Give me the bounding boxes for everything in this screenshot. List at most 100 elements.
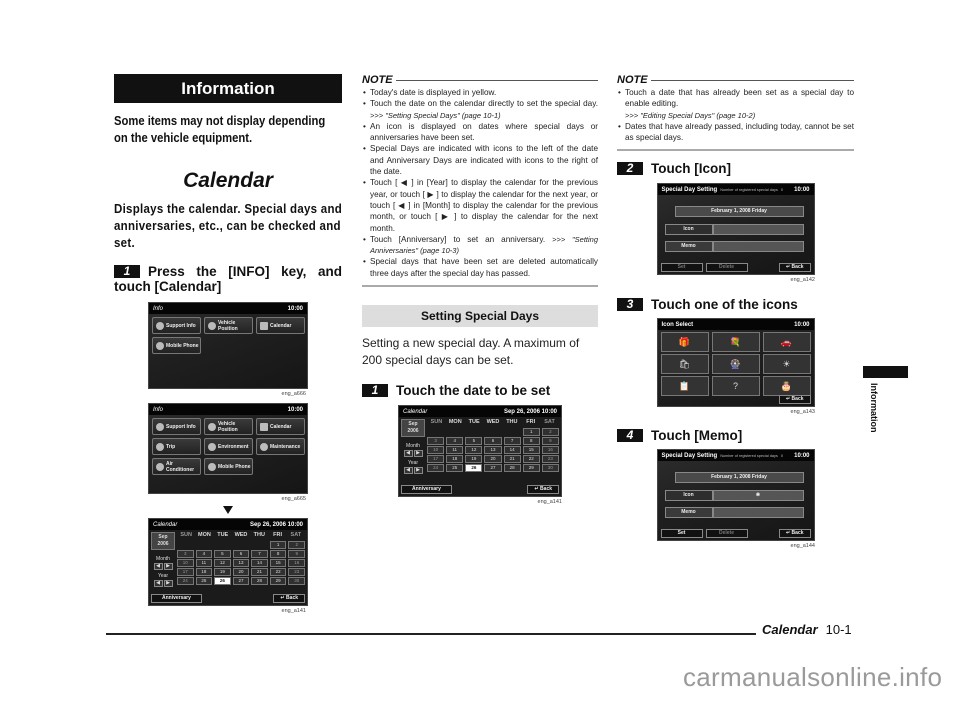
calendar-day[interactable]: 4 (195, 550, 213, 558)
icon-option[interactable]: 🎁 (660, 332, 709, 353)
icon-button[interactable]: Icon (664, 224, 713, 236)
tile-calendar[interactable]: Calendar (256, 317, 305, 334)
calendar-day[interactable]: 6 (484, 437, 502, 446)
next-month-button[interactable]: ▶ (163, 563, 173, 570)
icon-option[interactable]: 🎂 (762, 376, 811, 397)
icon-button[interactable]: Icon (664, 490, 713, 502)
calendar-day[interactable]: 25 (446, 464, 464, 473)
next-year-button[interactable]: ▶ (163, 580, 173, 587)
calendar-day[interactable]: 1 (269, 541, 287, 549)
calendar-day[interactable]: 7 (251, 550, 268, 558)
calendar-day[interactable]: 24 (177, 577, 194, 585)
calendar-day[interactable]: 8 (269, 550, 287, 558)
calendar-day[interactable]: 17 (427, 455, 445, 464)
calendar-day-today[interactable]: 26 (214, 577, 231, 585)
calendar-day[interactable]: 16 (288, 559, 305, 567)
icon-option[interactable]: ? (711, 376, 760, 397)
tile-air-conditioner[interactable]: Air Conditioner (152, 458, 201, 475)
back-button[interactable]: ↵ Back (778, 529, 811, 539)
calendar-day[interactable]: 2 (541, 428, 559, 437)
calendar-day[interactable]: 11 (195, 559, 213, 567)
back-button[interactable]: ↵ Back (273, 594, 305, 603)
tile-calendar[interactable]: Calendar (256, 418, 305, 435)
calendar-day[interactable]: 27 (484, 464, 502, 473)
calendar-day[interactable]: 16 (541, 446, 559, 455)
calendar-day[interactable]: 10 (177, 559, 194, 567)
set-button[interactable]: Set (660, 529, 703, 539)
icon-option[interactable]: 📋 (660, 376, 709, 397)
calendar-day[interactable]: 13 (484, 446, 502, 455)
calendar-day[interactable]: 24 (427, 464, 445, 473)
calendar-day[interactable]: 29 (269, 577, 287, 585)
calendar-day[interactable]: 12 (465, 446, 483, 455)
calendar-day[interactable]: 23 (288, 568, 305, 576)
tile-mobile-phone[interactable]: Mobile Phone (204, 458, 253, 475)
calendar-day[interactable]: 18 (446, 455, 464, 464)
calendar-day[interactable]: 27 (232, 577, 250, 585)
calendar-day[interactable]: 12 (214, 559, 231, 567)
calendar-day[interactable]: 30 (288, 577, 305, 585)
memo-button[interactable]: Memo (664, 241, 713, 253)
next-month-button[interactable]: ▶ (413, 450, 423, 458)
calendar-day-today[interactable]: 26 (465, 464, 483, 473)
calendar-day[interactable]: 28 (503, 464, 521, 473)
calendar-day[interactable]: 7 (503, 437, 521, 446)
calendar-day[interactable]: 11 (446, 446, 464, 455)
calendar-day[interactable]: 20 (232, 568, 250, 576)
prev-year-button[interactable]: ◀ (153, 580, 163, 587)
icon-option[interactable]: 🚗 (762, 332, 811, 353)
calendar-day[interactable]: 9 (541, 437, 559, 446)
back-button[interactable]: ↵ Back (527, 485, 559, 495)
cross-reference-link[interactable]: >>> "Editing Special Days" (page 10-2) (625, 111, 755, 120)
delete-button[interactable]: Delete (705, 263, 748, 273)
tile-trip[interactable]: Trip (152, 438, 201, 455)
back-button[interactable]: ↵ Back (778, 263, 811, 273)
calendar-day[interactable]: 3 (177, 550, 194, 558)
icon-option[interactable]: 🎡 (711, 354, 760, 375)
tile-support-info[interactable]: Support Info (152, 317, 201, 334)
tile-support-info[interactable]: Support Info (152, 418, 201, 435)
calendar-day[interactable]: 19 (465, 455, 483, 464)
calendar-day[interactable]: 28 (251, 577, 268, 585)
tile-vehicle-position[interactable]: Vehicle Position (204, 317, 253, 334)
calendar-day[interactable]: 19 (214, 568, 231, 576)
tile-mobile-phone[interactable]: Mobile Phone (152, 337, 201, 354)
tile-vehicle-position[interactable]: Vehicle Position (204, 418, 253, 435)
calendar-day[interactable]: 2 (288, 541, 305, 549)
calendar-day[interactable]: 20 (484, 455, 502, 464)
next-year-button[interactable]: ▶ (413, 467, 423, 475)
calendar-day[interactable]: 4 (446, 437, 464, 446)
calendar-day[interactable]: 21 (251, 568, 268, 576)
tile-maintenance[interactable]: Maintenance (256, 438, 305, 455)
calendar-day[interactable]: 18 (195, 568, 213, 576)
calendar-day[interactable]: 15 (522, 446, 540, 455)
icon-option[interactable]: 🛍 (660, 354, 709, 375)
calendar-day[interactable]: 14 (503, 446, 521, 455)
calendar-day[interactable]: 8 (522, 437, 540, 446)
calendar-day[interactable]: 10 (427, 446, 445, 455)
back-button[interactable]: ↵ Back (778, 395, 811, 405)
calendar-day[interactable]: 3 (427, 437, 445, 446)
calendar-day[interactable]: 1 (522, 428, 540, 437)
calendar-day[interactable]: 5 (214, 550, 231, 558)
calendar-day[interactable]: 25 (195, 577, 213, 585)
prev-year-button[interactable]: ◀ (403, 467, 413, 475)
calendar-day[interactable]: 22 (522, 455, 540, 464)
icon-option[interactable]: 💐 (711, 332, 760, 353)
calendar-day[interactable]: 14 (251, 559, 268, 567)
calendar-day[interactable]: 17 (177, 568, 194, 576)
anniversary-button[interactable]: Anniversary (151, 594, 202, 603)
set-button[interactable]: Set (660, 263, 703, 273)
memo-button[interactable]: Memo (664, 507, 713, 519)
prev-month-button[interactable]: ◀ (403, 450, 413, 458)
calendar-day[interactable]: 6 (232, 550, 250, 558)
anniversary-button[interactable]: Anniversary (401, 485, 452, 495)
calendar-day[interactable]: 21 (503, 455, 521, 464)
calendar-day[interactable]: 29 (522, 464, 540, 473)
calendar-day[interactable]: 13 (232, 559, 250, 567)
calendar-day[interactable]: 9 (288, 550, 305, 558)
prev-month-button[interactable]: ◀ (153, 563, 163, 570)
tile-environment[interactable]: Environment (204, 438, 253, 455)
calendar-day[interactable]: 22 (269, 568, 287, 576)
calendar-day[interactable]: 15 (269, 559, 287, 567)
